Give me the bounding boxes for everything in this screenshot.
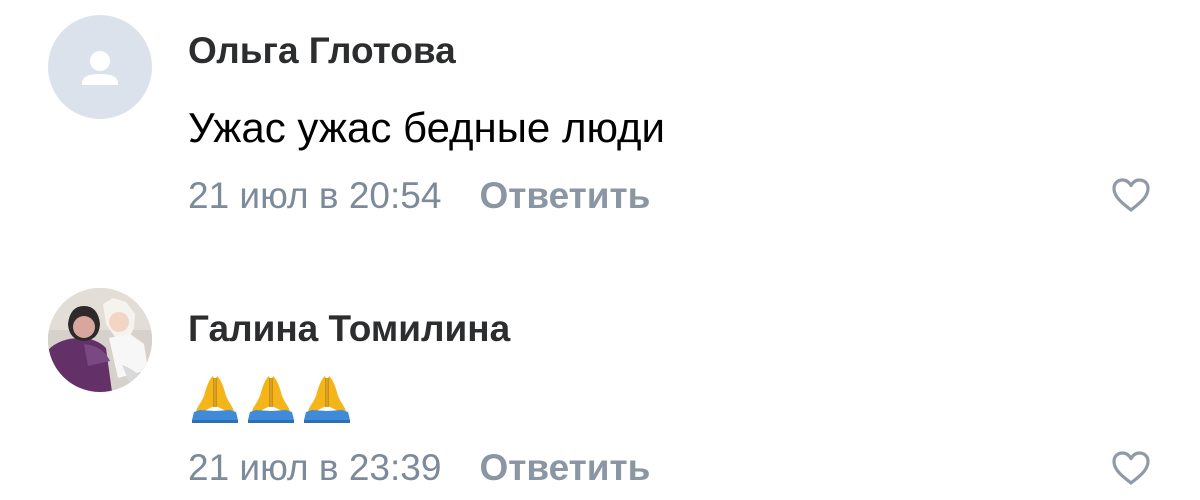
comment: Ольга Глотова Ужас ужас бедные люди 21 и…	[0, 0, 1200, 250]
comment-author[interactable]: Галина Томилина	[188, 308, 510, 350]
folded-hands-emoji	[192, 376, 238, 423]
like-button[interactable]	[1111, 450, 1151, 486]
comment: Галина Томилина 21 июл в 23:39 Ответить	[0, 258, 1200, 500]
comment-meta: 21 июл в 23:39 Ответить	[188, 446, 650, 490]
heart-outline-icon	[1112, 178, 1150, 212]
avatar[interactable]	[48, 15, 152, 119]
reply-button[interactable]: Ответить	[479, 175, 650, 217]
comment-author[interactable]: Ольга Глотова	[188, 30, 456, 72]
user-placeholder-icon	[82, 51, 118, 85]
comment-timestamp: 21 июл в 23:39	[188, 447, 442, 488]
comment-emoji-row	[188, 368, 354, 424]
avatar[interactable]	[48, 288, 152, 392]
reply-button[interactable]: Ответить	[479, 447, 650, 489]
folded-hands-emoji	[304, 376, 350, 423]
heart-outline-icon	[1112, 451, 1150, 485]
comment-timestamp: 21 июл в 20:54	[188, 175, 442, 216]
comment-meta: 21 июл в 20:54 Ответить	[188, 174, 650, 218]
like-button[interactable]	[1111, 177, 1151, 213]
user-photo	[48, 288, 152, 392]
folded-hands-emoji	[248, 376, 294, 423]
comment-text: Ужас ужас бедные люди	[188, 104, 665, 151]
